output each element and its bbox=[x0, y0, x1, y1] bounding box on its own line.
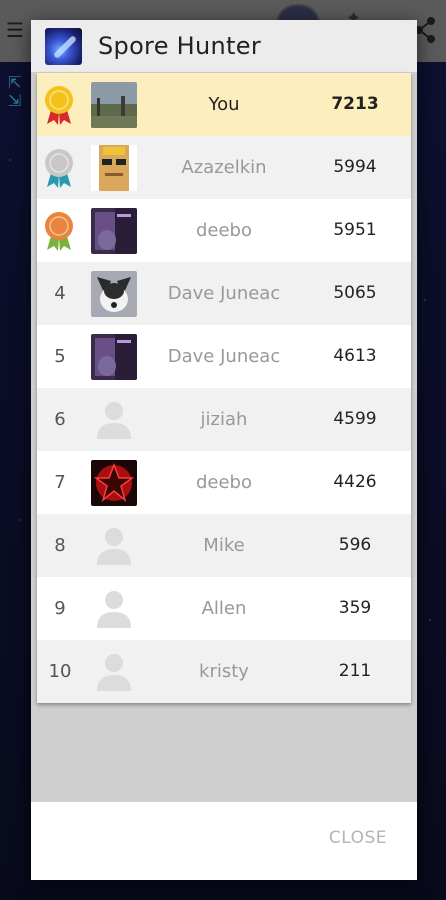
leaderboard-row[interactable]: 5 Dave Juneac 4613 bbox=[37, 325, 411, 388]
player-score: 4599 bbox=[333, 409, 377, 429]
player-name: Allen bbox=[201, 598, 247, 619]
player-score: 5065 bbox=[333, 283, 377, 303]
leaderboard-dialog: Spore Hunter You 7213 Azazelkin 5994 deebo 59… bbox=[31, 20, 417, 880]
close-button[interactable]: CLOSE bbox=[329, 828, 387, 848]
rank-number: 10 bbox=[48, 661, 72, 682]
avatar bbox=[91, 145, 137, 191]
leaderboard-row[interactable]: Azazelkin 5994 bbox=[37, 136, 411, 199]
player-score: 211 bbox=[338, 661, 372, 681]
avatar bbox=[91, 334, 137, 380]
player-name: You bbox=[208, 94, 240, 115]
silver-medal-icon bbox=[43, 147, 75, 189]
player-score: 359 bbox=[338, 598, 372, 618]
player-score: 596 bbox=[338, 535, 372, 555]
avatar bbox=[91, 82, 137, 128]
rank-number: 5 bbox=[54, 346, 66, 367]
default-avatar-icon bbox=[91, 397, 137, 443]
bronze-medal-icon bbox=[43, 210, 75, 252]
leaderboard-row[interactable]: You 7213 bbox=[37, 73, 411, 136]
player-name: jiziah bbox=[200, 409, 248, 430]
player-name: Azazelkin bbox=[181, 157, 267, 178]
player-score: 4613 bbox=[333, 346, 377, 366]
dialog-title: Spore Hunter bbox=[98, 32, 261, 60]
player-name: Dave Juneac bbox=[167, 283, 281, 304]
gold-medal-icon bbox=[43, 84, 75, 126]
player-name: Dave Juneac bbox=[167, 346, 281, 367]
rank-number: 7 bbox=[54, 472, 66, 493]
leaderboard-row[interactable]: 6 jiziah 4599 bbox=[37, 388, 411, 451]
leaderboard-row[interactable]: 10 kristy 211 bbox=[37, 640, 411, 703]
avatar bbox=[91, 271, 137, 317]
player-name: kristy bbox=[199, 661, 249, 682]
leaderboard-row[interactable]: 9 Allen 359 bbox=[37, 577, 411, 640]
leaderboard-list: You 7213 Azazelkin 5994 deebo 5951 4 Dave Junea… bbox=[37, 73, 411, 703]
player-name: deebo bbox=[195, 220, 252, 241]
dialog-footer: CLOSE bbox=[31, 802, 417, 880]
leaderboard-row[interactable]: 7 deebo 4426 bbox=[37, 451, 411, 514]
player-score: 5951 bbox=[333, 220, 377, 240]
avatar bbox=[91, 460, 137, 506]
player-score: 4426 bbox=[333, 472, 377, 492]
leaderboard-scroll-area[interactable]: You 7213 Azazelkin 5994 deebo 5951 4 Dave Junea… bbox=[31, 72, 417, 802]
rank-number: 8 bbox=[54, 535, 66, 556]
share-icon[interactable] bbox=[414, 16, 436, 44]
player-score: 5994 bbox=[333, 157, 377, 177]
leaderboard-row[interactable]: 8 Mike 596 bbox=[37, 514, 411, 577]
expand-arrows-icon[interactable]: ⇱ ⇲ bbox=[8, 74, 28, 114]
dialog-header: Spore Hunter bbox=[31, 20, 417, 72]
default-avatar-icon bbox=[91, 586, 137, 632]
hamburger-menu-icon[interactable]: ☰ bbox=[6, 20, 26, 40]
default-avatar-icon bbox=[91, 523, 137, 569]
rank-number: 4 bbox=[54, 283, 66, 304]
default-avatar-icon bbox=[91, 649, 137, 695]
rank-number: 6 bbox=[54, 409, 66, 430]
leaderboard-row[interactable]: deebo 5951 bbox=[37, 199, 411, 262]
rank-number: 9 bbox=[54, 598, 66, 619]
player-score: 7213 bbox=[331, 94, 379, 114]
avatar bbox=[91, 208, 137, 254]
leaderboard-row[interactable]: 4 Dave Juneac 5065 bbox=[37, 262, 411, 325]
game-logo-icon bbox=[45, 28, 82, 65]
player-name: deebo bbox=[195, 472, 252, 493]
player-name: Mike bbox=[203, 535, 245, 556]
